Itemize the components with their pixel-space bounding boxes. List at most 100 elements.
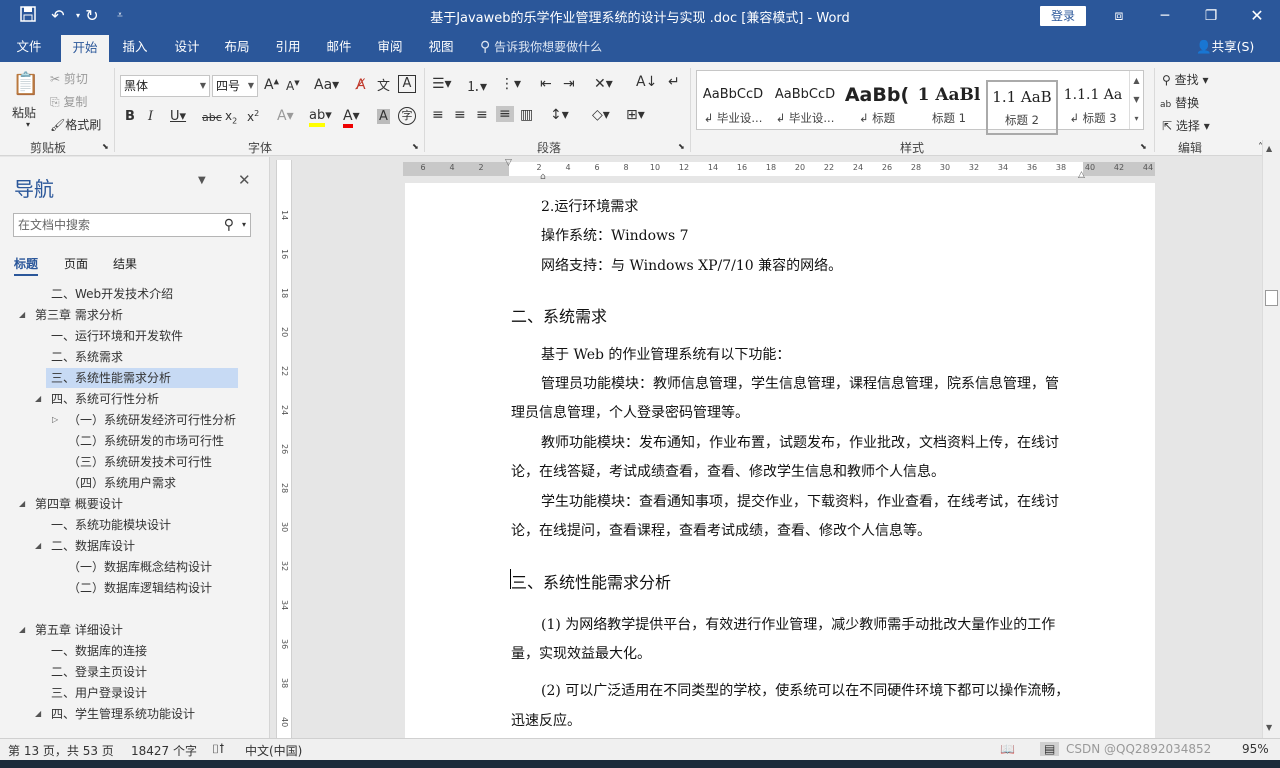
- cut-button[interactable]: ✂ 剪切: [50, 70, 88, 87]
- nav-heading-item[interactable]: 四、系统可行性分析: [51, 389, 159, 409]
- nav-options-icon[interactable]: ▼: [198, 175, 206, 186]
- search-icon[interactable]: ⚲: [224, 214, 234, 236]
- nav-heading-item[interactable]: 二、Web开发技术介绍: [51, 284, 173, 304]
- tab-review[interactable]: 审阅: [369, 32, 411, 62]
- shrink-font-icon[interactable]: A▼: [286, 79, 300, 93]
- tab-view[interactable]: 视图: [420, 32, 462, 62]
- style-item-selected[interactable]: 1.1 AaB 标题 2: [986, 80, 1058, 135]
- nav-search-input[interactable]: 在文档中搜索 ⚲ ▾: [13, 213, 251, 237]
- increase-indent-icon[interactable]: ⇥: [563, 76, 575, 92]
- collapse-triangle-icon[interactable]: ◢: [19, 499, 25, 508]
- vertical-scrollbar[interactable]: ▲ ▼: [1262, 140, 1280, 738]
- document-page[interactable]: 2.运行环境需求 操作系统：Windows 7 网络支持：与 Windows X…: [405, 183, 1155, 738]
- strikethrough-icon[interactable]: abc: [202, 111, 222, 124]
- nav-heading-item[interactable]: （二）系统研发的市场可行性: [68, 431, 224, 451]
- borders-icon[interactable]: ⊞▾: [626, 107, 645, 123]
- nav-heading-item[interactable]: （四）系统用户需求: [68, 473, 176, 493]
- tab-file[interactable]: 文件: [8, 32, 50, 62]
- font-color-icon[interactable]: A▾: [343, 108, 360, 128]
- collapse-triangle-icon[interactable]: ◢: [35, 709, 41, 718]
- distributed-icon[interactable]: ▥: [520, 107, 533, 123]
- copy-button[interactable]: ⎘ 复制: [50, 93, 87, 110]
- tab-mailings[interactable]: 邮件: [318, 32, 360, 62]
- clipboard-launcher-icon[interactable]: ⬊: [102, 142, 109, 151]
- nav-heading-item[interactable]: 第五章 详细设计: [35, 620, 123, 640]
- nav-heading-item[interactable]: 一、数据库的连接: [51, 641, 147, 661]
- save-icon[interactable]: [18, 6, 38, 26]
- login-button[interactable]: 登录: [1040, 6, 1086, 26]
- collapse-triangle-icon[interactable]: ◢: [19, 625, 25, 634]
- font-name-box[interactable]: 黑体 ▼: [120, 75, 210, 97]
- nav-heading-item[interactable]: （一）系统研发经济可行性分析: [68, 410, 236, 430]
- language[interactable]: 中文(中国): [245, 742, 302, 759]
- font-launcher-icon[interactable]: ⬊: [412, 142, 419, 151]
- print-layout-icon[interactable]: ▤: [1040, 742, 1060, 756]
- nav-tab-results[interactable]: 结果: [113, 255, 137, 272]
- tab-design[interactable]: 设计: [166, 32, 208, 62]
- paragraph-launcher-icon[interactable]: ⬊: [678, 142, 685, 151]
- tab-home[interactable]: 开始: [61, 35, 109, 62]
- tab-references[interactable]: 引用: [267, 32, 309, 62]
- character-border-icon[interactable]: A: [398, 75, 416, 93]
- change-case-icon[interactable]: Aa▾: [314, 77, 339, 93]
- phonetic-guide-icon[interactable]: 文: [377, 75, 390, 94]
- numbering-icon[interactable]: ⒈▾: [466, 76, 487, 96]
- scroll-thumb[interactable]: [1265, 290, 1278, 306]
- customize-qat-icon[interactable]: ⩡: [110, 6, 130, 26]
- tell-me-box[interactable]: ⚲ 告诉我你想要做什么: [480, 32, 602, 62]
- align-right-icon[interactable]: ≡: [476, 107, 488, 123]
- scroll-up-icon[interactable]: ▲: [1266, 144, 1272, 153]
- nav-heading-item[interactable]: （三）系统研发技术可行性: [68, 452, 212, 472]
- nav-heading-item-selected[interactable]: 三、系统性能需求分析: [46, 368, 238, 388]
- bullets-icon[interactable]: ☰▾: [432, 76, 452, 92]
- first-line-indent-marker[interactable]: ▽: [505, 158, 512, 168]
- nav-heading-item[interactable]: （一）数据库概念结构设计: [68, 557, 212, 577]
- nav-heading-item[interactable]: 四、学生管理系统功能设计: [51, 704, 195, 724]
- select-button[interactable]: ⇱ 选择 ▾: [1162, 117, 1210, 134]
- nav-tab-pages[interactable]: 页面: [64, 255, 88, 272]
- grow-font-icon[interactable]: A▲: [264, 77, 279, 93]
- italic-icon[interactable]: I: [148, 109, 153, 124]
- superscript-icon[interactable]: x2: [247, 109, 259, 124]
- style-item[interactable]: AaBb(↲ 标题: [841, 80, 913, 135]
- styles-scroll[interactable]: ▲ ▼ ▾: [1129, 71, 1143, 129]
- nav-heading-item[interactable]: （二）数据库逻辑结构设计: [68, 578, 212, 598]
- nav-heading-item[interactable]: 一、系统功能模块设计: [51, 515, 171, 535]
- sort-icon[interactable]: A↓: [636, 74, 657, 90]
- multilevel-list-icon[interactable]: ⋮▾: [500, 76, 521, 92]
- nav-heading-item[interactable]: 三、用户登录设计: [51, 683, 147, 703]
- font-size-box[interactable]: 四号 ▼: [212, 75, 258, 97]
- subscript-icon[interactable]: x2: [225, 109, 237, 125]
- share-button[interactable]: 👤共享(S): [1196, 32, 1254, 62]
- scroll-down-icon[interactable]: ▼: [1266, 723, 1272, 732]
- word-count[interactable]: 18427 个字: [131, 742, 197, 759]
- clear-format-icon[interactable]: A̸: [356, 77, 366, 93]
- justify-icon[interactable]: ≡: [496, 106, 514, 122]
- paste-button[interactable]: 粘贴: [12, 104, 36, 121]
- underline-icon[interactable]: U▾: [170, 109, 186, 124]
- redo-icon[interactable]: ↻: [82, 6, 102, 26]
- nav-heading-item[interactable]: 二、数据库设计: [51, 536, 135, 556]
- paste-dropdown-icon[interactable]: ▾: [26, 120, 30, 129]
- undo-icon[interactable]: ↶: [48, 6, 68, 26]
- bold-icon[interactable]: B: [125, 109, 135, 124]
- replace-button[interactable]: ab 替换: [1160, 94, 1199, 111]
- collapse-triangle-icon[interactable]: ◢: [35, 541, 41, 550]
- style-item[interactable]: 1 AaBl 标题 1: [913, 80, 985, 135]
- highlight-icon[interactable]: ab▾: [309, 108, 332, 127]
- decrease-indent-icon[interactable]: ⇤: [540, 76, 552, 92]
- expand-triangle-icon[interactable]: ▷: [52, 415, 58, 424]
- text-effects-icon[interactable]: A▾: [277, 108, 294, 124]
- styles-launcher-icon[interactable]: ⬊: [1140, 142, 1147, 151]
- nav-heading-item[interactable]: 第四章 概要设计: [35, 494, 123, 514]
- paste-icon[interactable]: 📋: [12, 72, 39, 97]
- chinese-layout-icon[interactable]: ✕▾: [594, 76, 613, 92]
- tab-insert[interactable]: 插入: [114, 32, 156, 62]
- nav-heading-item[interactable]: 第三章 需求分析: [35, 305, 123, 325]
- enclose-character-icon[interactable]: 字: [398, 107, 416, 125]
- find-button[interactable]: ⚲ 查找 ▾: [1162, 71, 1208, 88]
- left-indent-marker[interactable]: ⌂: [540, 172, 546, 182]
- align-center-icon[interactable]: ≡: [454, 107, 466, 123]
- chevron-down-icon[interactable]: ▾: [242, 214, 246, 236]
- collapse-triangle-icon[interactable]: ◢: [35, 394, 41, 403]
